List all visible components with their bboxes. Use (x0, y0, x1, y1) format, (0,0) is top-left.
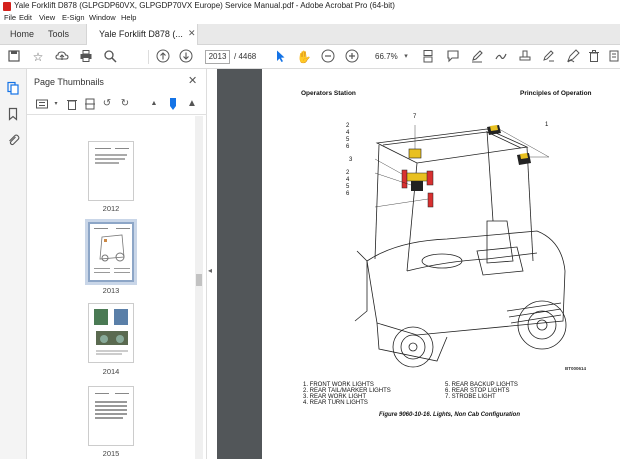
page-thumbnail-2013[interactable] (88, 222, 134, 282)
menu-esign[interactable]: E-Sign (62, 13, 85, 22)
chevron-down-icon[interactable]: ▾ (49, 97, 63, 111)
page-thumbnail-2015[interactable] (88, 386, 134, 446)
zoom-out-icon[interactable] (320, 49, 336, 65)
menu-view[interactable]: View (39, 13, 55, 22)
page-thumbnails-panel: Page Thumbnails ✕ ▾ ↺ ↻ ▲ ▲ 2012 2013 20… (27, 69, 207, 459)
stamp-icon[interactable] (517, 49, 533, 65)
thumbnail-label: 2012 (102, 204, 120, 213)
toolbar: ☆ 2013 / 4468 ✋ 66.7% ▾ (0, 45, 620, 69)
panel-title: Page Thumbnails (34, 77, 104, 87)
strobe-light (408, 148, 422, 159)
callout-2-upper: 2 (346, 123, 350, 129)
left-nav-rail (0, 69, 27, 459)
comment-icon[interactable] (445, 49, 461, 65)
search-icon[interactable] (102, 49, 118, 65)
zoom-in-thumbnails-icon[interactable]: ▲ (185, 97, 199, 111)
sign-pen-icon[interactable] (565, 49, 581, 65)
draw-freehand-icon[interactable] (493, 49, 509, 65)
rear-work-light (411, 181, 423, 191)
tab-document[interactable]: Yale Forklift D878 (... ✕ (86, 24, 198, 45)
rear-light-cluster-lower (427, 192, 434, 208)
tab-tools[interactable]: Tools (48, 24, 69, 44)
legend-item-4: 4. REAR TURN LIGHTS (303, 400, 368, 406)
callout-2-lower: 2 (346, 170, 350, 176)
page-display-icon[interactable] (420, 49, 436, 65)
print-icon[interactable] (78, 49, 94, 65)
title-bar: Yale Forklift D878 (GLPGDP60VX, GLPGDP70… (0, 0, 620, 13)
menu-edit[interactable]: Edit (19, 13, 32, 22)
toolbar-divider (148, 50, 149, 64)
upload-cloud-icon[interactable] (54, 49, 70, 65)
collapse-panel-handle[interactable]: ◂ (208, 266, 216, 278)
callout-4-upper: 4 (346, 130, 350, 136)
thumbnail-toolbar: ▾ ↺ ↻ ▲ ▲ (27, 93, 207, 115)
callout-7: 7 (413, 114, 417, 120)
callout-6-lower: 6 (346, 191, 350, 197)
select-cursor-icon[interactable] (272, 49, 288, 65)
callout-5-lower: 5 (346, 184, 350, 190)
menu-bar: File Edit View E-Sign Window Help (0, 13, 620, 24)
window-title: Yale Forklift D878 (GLPGDP60VX, GLPGDP70… (14, 1, 395, 10)
tab-bar: Home Tools Yale Forklift D878 (... ✕ (0, 24, 620, 45)
thumbnail-label: 2013 (102, 286, 120, 295)
close-icon[interactable]: ✕ (188, 74, 197, 87)
zoom-level-dropdown[interactable]: 66.7% (375, 52, 398, 61)
save-icon[interactable] (6, 49, 22, 65)
page-total: / 4468 (234, 52, 257, 61)
highlight-pen-icon[interactable] (469, 49, 485, 65)
chevron-down-icon[interactable]: ▾ (398, 49, 414, 65)
zoom-in-icon[interactable] (344, 49, 360, 65)
legend-item-7: 7. STROBE LIGHT (445, 394, 496, 400)
previous-page-icon[interactable] (155, 49, 171, 65)
figure-caption: Figure 9060-10-16. Lights, Non Cab Confi… (379, 412, 521, 418)
thumbnail-scrollbar[interactable] (195, 116, 203, 459)
zoom-out-thumbnails-icon[interactable]: ▲ (147, 97, 161, 111)
page-header-right: Principles of Operation (520, 90, 592, 97)
next-page-icon[interactable] (178, 49, 194, 65)
thumbnail-list: 2012 2013 2014 2015 (27, 116, 195, 459)
close-icon[interactable]: ✕ (188, 28, 196, 39)
rotate-left-icon[interactable]: ↺ (100, 97, 114, 111)
thumbnail-forklift-drawing (99, 234, 125, 262)
callout-4-lower: 4 (346, 177, 350, 183)
hand-tool-icon[interactable]: ✋ (296, 49, 312, 65)
callout-6-upper: 6 (346, 144, 350, 150)
tab-home[interactable]: Home (10, 24, 34, 44)
menu-file[interactable]: File (4, 13, 16, 22)
callout-3: 3 (349, 157, 353, 163)
page-number-input[interactable]: 2013 (205, 50, 230, 64)
menu-window[interactable]: Window (89, 13, 116, 22)
thumbnail-size-slider-icon[interactable] (166, 97, 180, 111)
figure-code: BT000614 (565, 366, 587, 371)
attachment-icon[interactable] (6, 133, 20, 147)
page-thumbnails-icon[interactable] (6, 81, 20, 95)
page-header-left: Operators Station (301, 90, 356, 97)
thumbnail-label: 2015 (102, 449, 120, 458)
extract-page-icon[interactable] (83, 97, 97, 111)
page-thumbnail-2014[interactable] (88, 303, 134, 363)
document-view: Operators Station Principles of Operatio… (217, 69, 620, 459)
menu-help[interactable]: Help (121, 13, 136, 22)
thumbnail-label: 2014 (102, 367, 120, 376)
scrollbar-thumb[interactable] (196, 274, 202, 286)
fill-sign-icon[interactable] (541, 49, 557, 65)
delete-page-icon[interactable] (65, 97, 79, 111)
thumbnail-options-icon[interactable] (35, 97, 49, 111)
page-thumbnail-2012[interactable] (88, 141, 134, 201)
forklift-diagram (354, 125, 567, 368)
acrobat-app-icon (3, 2, 11, 11)
bookmark-icon[interactable] (6, 107, 20, 121)
callout-5-upper: 5 (346, 137, 350, 143)
trash-icon[interactable] (586, 49, 602, 65)
pdf-page: Operators Station Principles of Operatio… (262, 69, 620, 459)
tab-document-label: Yale Forklift D878 (... (99, 29, 183, 39)
bookmark-star-icon[interactable]: ☆ (30, 49, 46, 65)
callout-1: 1 (545, 122, 549, 128)
rear-light-cluster-upper (401, 169, 408, 189)
thumbnail-diagram-drawing (94, 309, 128, 355)
more-tools-icon[interactable] (606, 49, 620, 65)
rotate-right-icon[interactable]: ↻ (118, 97, 132, 111)
